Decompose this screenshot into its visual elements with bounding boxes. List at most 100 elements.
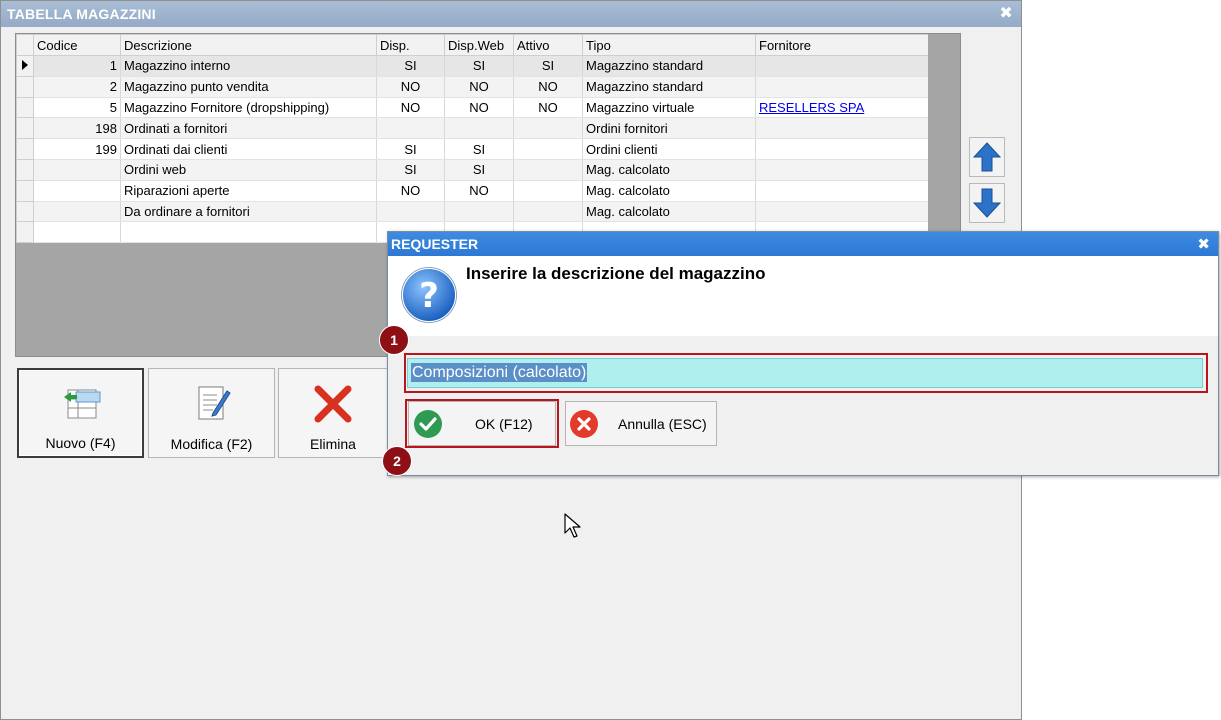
row-indicator[interactable] — [16, 117, 34, 140]
cell-tipo[interactable]: Ordini clienti — [582, 138, 756, 160]
cell-codice[interactable]: 5 — [33, 97, 121, 119]
nuovo-label: Nuovo (F4) — [45, 435, 116, 451]
cell-disp[interactable]: NO — [376, 97, 445, 119]
annulla-button[interactable]: Annulla (ESC) — [565, 401, 717, 446]
table-row[interactable]: 198 Ordinati a fornitori Ordini fornitor… — [16, 117, 929, 140]
cell-disp[interactable]: NO — [376, 76, 445, 98]
table-row[interactable]: Da ordinare a fornitori Mag. calcolato — [16, 200, 929, 223]
cell-disp[interactable]: NO — [376, 180, 445, 202]
header-codice[interactable]: Codice — [33, 34, 121, 56]
nuovo-button[interactable]: Nuovo (F4) — [17, 368, 144, 458]
table-row[interactable]: 5 Magazzino Fornitore (dropshipping) NO … — [16, 96, 929, 119]
edit-document-icon — [198, 386, 231, 420]
delete-x-icon — [314, 385, 352, 423]
row-indicator[interactable] — [16, 200, 34, 223]
cell-attivo[interactable]: NO — [513, 97, 583, 119]
cell-tipo[interactable]: Magazzino standard — [582, 55, 756, 77]
question-icon: ? — [401, 267, 457, 323]
row-indicator[interactable] — [16, 55, 34, 77]
cell-descrizione[interactable]: Ordini web — [120, 159, 377, 181]
cell-fornitore[interactable] — [755, 76, 929, 98]
cell-fornitore[interactable] — [755, 180, 929, 202]
cell-tipo[interactable]: Magazzino virtuale — [582, 97, 756, 119]
svg-text:?: ? — [419, 276, 439, 316]
table-row[interactable]: 199 Ordinati dai clienti SI SI Ordini cl… — [16, 138, 929, 160]
dialog-titlebar: REQUESTER ✖ — [388, 232, 1218, 256]
cell-disp[interactable]: SI — [376, 55, 445, 77]
cell-disp-web[interactable] — [444, 117, 514, 140]
cell-attivo[interactable] — [513, 180, 583, 202]
row-indicator[interactable] — [16, 221, 34, 244]
window-title: TABELLA MAGAZZINI — [7, 6, 156, 22]
cell-disp[interactable]: SI — [376, 138, 445, 160]
cell-fornitore[interactable] — [755, 138, 929, 160]
cell-disp[interactable]: SI — [376, 159, 445, 181]
cell-fornitore[interactable]: RESELLERS SPA — [755, 97, 929, 119]
cell-disp-web[interactable]: SI — [444, 55, 514, 77]
cell-disp-web[interactable]: SI — [444, 138, 514, 160]
cell-fornitore[interactable] — [755, 55, 929, 77]
cell-disp-web[interactable] — [444, 201, 514, 223]
cell-disp-web[interactable]: NO — [444, 180, 514, 202]
row-indicator[interactable] — [16, 96, 34, 119]
cell-descrizione[interactable]: Magazzino Fornitore (dropshipping) — [120, 97, 377, 119]
cell-descrizione[interactable]: Magazzino interno — [120, 55, 377, 77]
fornitore-link[interactable]: RESELLERS SPA — [759, 100, 864, 115]
table-row[interactable]: 1 Magazzino interno SI SI SI Magazzino s… — [16, 55, 929, 77]
cell-attivo[interactable] — [513, 138, 583, 160]
cell-fornitore[interactable] — [755, 159, 929, 181]
modifica-button[interactable]: Modifica (F2) — [148, 368, 275, 458]
cell-codice[interactable]: 198 — [33, 117, 121, 140]
window-close-icon[interactable]: ✖ — [999, 1, 1013, 27]
cell-descrizione[interactable]: Riparazioni aperte — [120, 180, 377, 202]
table-row[interactable]: Riparazioni aperte NO NO Mag. calcolato — [16, 179, 929, 202]
cell-attivo[interactable] — [513, 117, 583, 140]
table-row[interactable]: 2 Magazzino punto vendita NO NO NO Magaz… — [16, 75, 929, 98]
description-input[interactable]: Composizioni (calcolato) — [407, 358, 1203, 388]
header-disp[interactable]: Disp. — [376, 34, 445, 56]
cell-codice[interactable]: 199 — [33, 138, 121, 160]
move-down-button[interactable] — [969, 183, 1005, 223]
header-descrizione[interactable]: Descrizione — [120, 34, 377, 56]
cell-attivo[interactable]: SI — [513, 55, 583, 77]
cell-codice[interactable]: 1 — [33, 55, 121, 77]
cell-disp[interactable] — [376, 117, 445, 140]
cell-descrizione[interactable]: Ordinati dai clienti — [120, 138, 377, 160]
move-up-button[interactable] — [969, 137, 1005, 177]
cell-codice[interactable] — [33, 159, 121, 181]
cell-codice[interactable]: 2 — [33, 76, 121, 98]
row-indicator[interactable] — [16, 158, 34, 181]
cell-disp-web[interactable]: NO — [444, 97, 514, 119]
cell-disp-web[interactable]: SI — [444, 159, 514, 181]
table-row[interactable]: Ordini web SI SI Mag. calcolato — [16, 158, 929, 181]
cell-codice[interactable] — [33, 201, 121, 223]
header-attivo[interactable]: Attivo — [513, 34, 583, 56]
cell-tipo[interactable]: Ordini fornitori — [582, 117, 756, 140]
description-input-value[interactable]: Composizioni (calcolato) — [411, 363, 588, 382]
cell-attivo[interactable] — [513, 201, 583, 223]
cell-tipo[interactable]: Mag. calcolato — [582, 159, 756, 181]
step-badge-2: 2 — [382, 446, 412, 476]
cell-tipo[interactable]: Mag. calcolato — [582, 201, 756, 223]
cell-fornitore[interactable] — [755, 201, 929, 223]
cell-attivo[interactable]: NO — [513, 76, 583, 98]
dialog-close-icon[interactable]: ✖ — [1197, 232, 1210, 257]
row-indicator[interactable] — [16, 179, 34, 202]
cell-descrizione[interactable]: Ordinati a fornitori — [120, 117, 377, 140]
cell-codice[interactable] — [33, 180, 121, 202]
cell-tipo[interactable]: Magazzino standard — [582, 76, 756, 98]
cell-disp[interactable] — [376, 201, 445, 223]
header-disp-web[interactable]: Disp.Web — [444, 34, 514, 56]
cell-tipo[interactable]: Mag. calcolato — [582, 180, 756, 202]
cell-descrizione[interactable]: Da ordinare a fornitori — [120, 201, 377, 223]
row-indicator[interactable] — [16, 75, 34, 98]
cell-disp-web[interactable]: NO — [444, 76, 514, 98]
warehouse-table[interactable]: Codice Descrizione Disp. Disp.Web Attivo… — [16, 34, 929, 244]
elimina-button[interactable]: Elimina — [278, 368, 388, 458]
cell-descrizione[interactable]: Magazzino punto vendita — [120, 76, 377, 98]
header-tipo[interactable]: Tipo — [582, 34, 756, 56]
cell-fornitore[interactable] — [755, 117, 929, 140]
header-fornitore[interactable]: Fornitore — [755, 34, 929, 56]
cell-attivo[interactable] — [513, 159, 583, 181]
row-indicator[interactable] — [16, 138, 34, 160]
